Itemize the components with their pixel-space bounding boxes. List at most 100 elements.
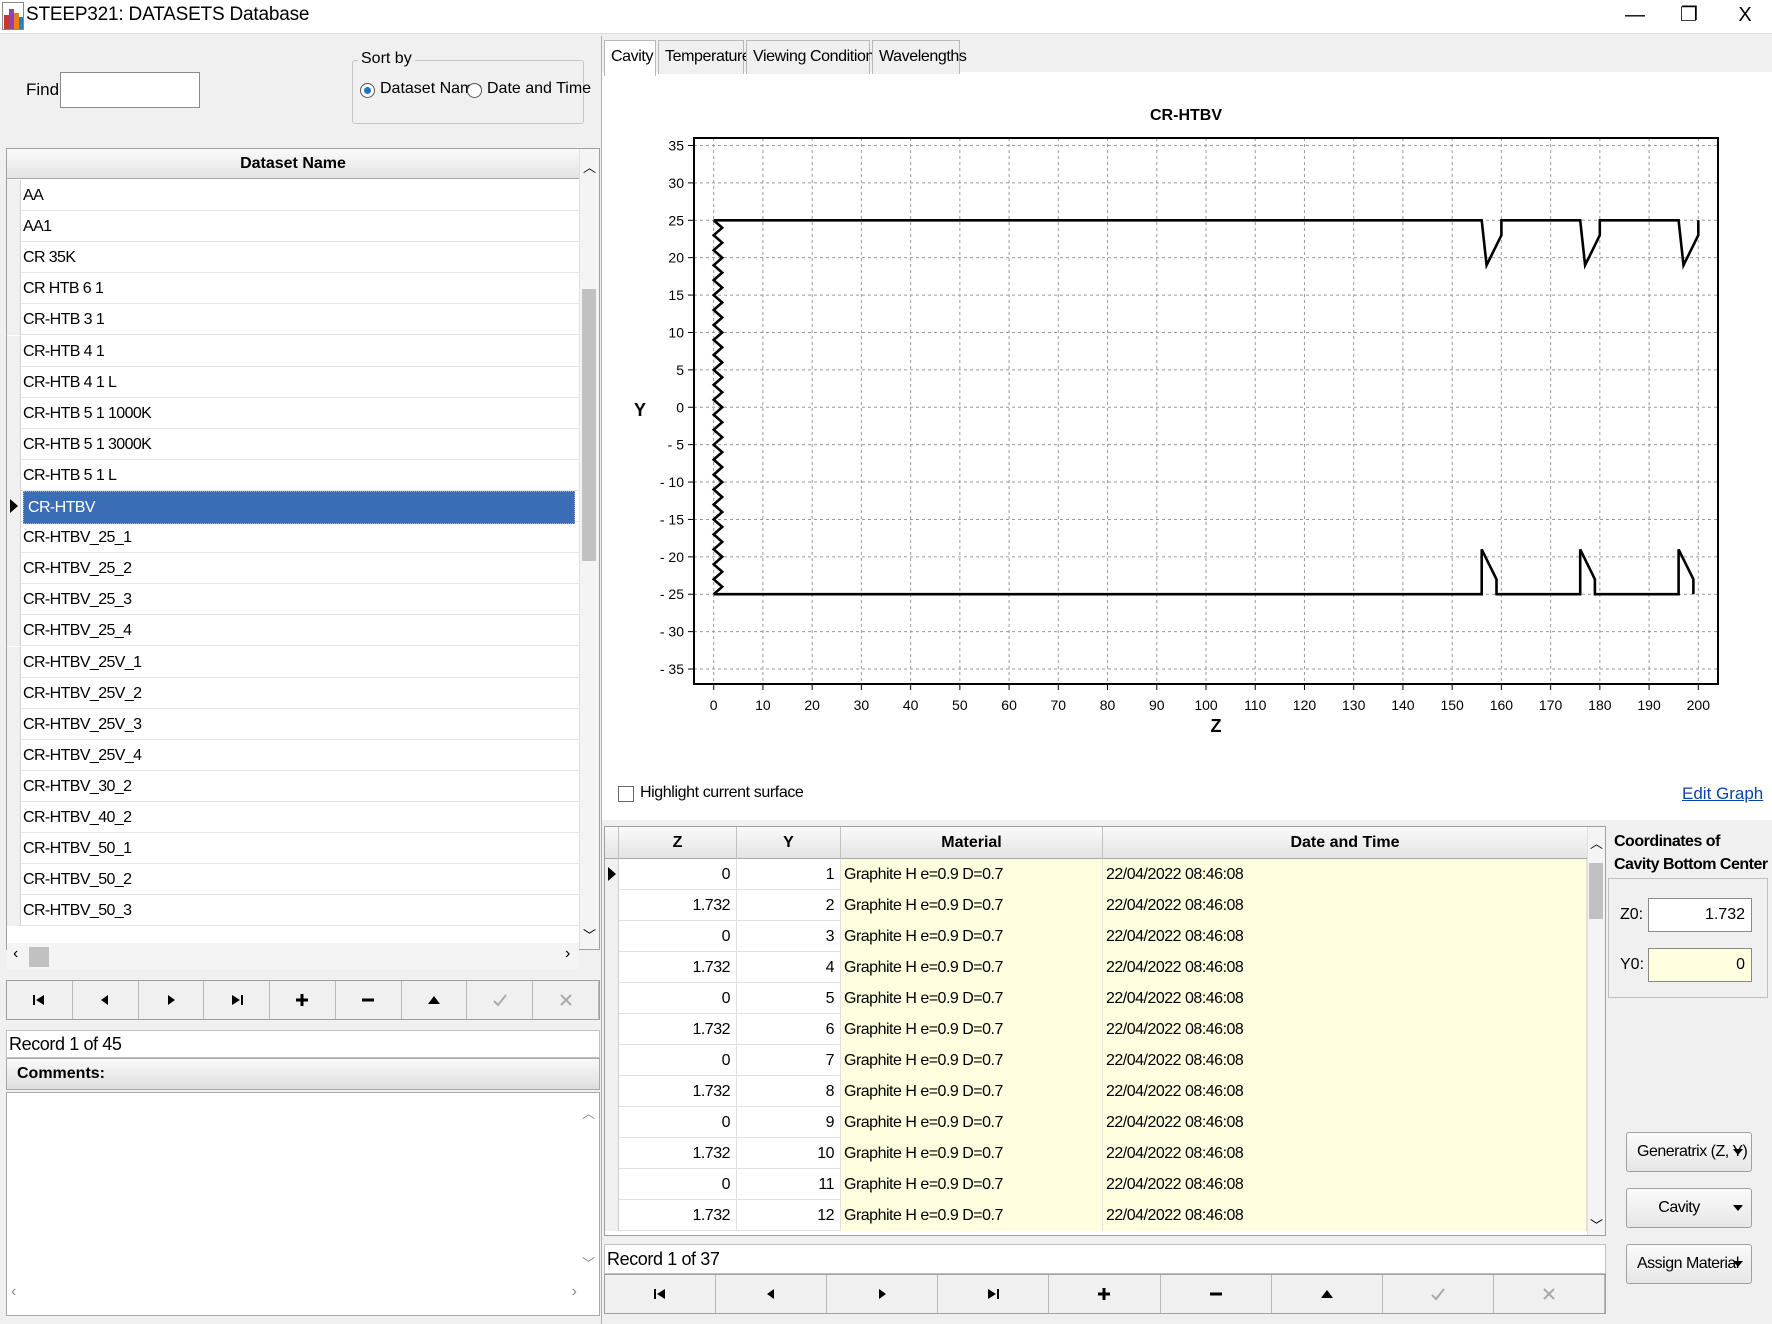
dataset-nav-prev-button[interactable] [73,981,139,1019]
cell-z[interactable]: 0 [619,859,737,890]
y0-input[interactable]: 0 [1648,948,1752,982]
cell-y[interactable]: 12 [737,1200,841,1231]
surface-row[interactable]: 1.732 4 Graphite H e=0.9 D=0.7 22/04/2022 0… [605,952,1587,983]
cell-datetime[interactable]: 22/04/2022 08:46:08 [1103,1138,1587,1169]
radio-dataset-name[interactable] [360,83,375,98]
cell-y[interactable]: 3 [737,921,841,952]
cell-y[interactable]: 7 [737,1045,841,1076]
col-material-header[interactable]: Material [841,827,1103,859]
cell-y[interactable]: 1 [737,859,841,890]
surface-row[interactable]: 1.732 12 Graphite H e=0.9 D=0.7 22/04/2022 … [605,1200,1587,1231]
col-y-header[interactable]: Y [737,827,841,859]
surfaces-nav-prev-button[interactable] [716,1275,828,1313]
cell-datetime[interactable]: 22/04/2022 08:46:08 [1103,983,1587,1014]
assign-material-dropdown[interactable]: Assign Material [1626,1244,1752,1284]
comments-scroll-left-icon[interactable]: ‹ [11,1283,16,1301]
dataset-row[interactable]: CR-HTB 5 1 1000K [7,397,579,429]
minimize-button[interactable]: — [1612,0,1658,30]
cell-y[interactable]: 2 [737,890,841,921]
dataset-row[interactable]: CR-HTBV_40_2 [7,802,579,833]
cell-material[interactable]: Graphite H e=0.9 D=0.7 [841,952,1103,983]
restore-button[interactable]: ❐ [1666,0,1712,30]
surface-row[interactable]: 1.732 2 Graphite H e=0.9 D=0.7 22/04/2022 0… [605,890,1587,921]
cell-material[interactable]: Graphite H e=0.9 D=0.7 [841,1169,1103,1200]
cell-material[interactable]: Graphite H e=0.9 D=0.7 [841,1200,1103,1231]
cell-datetime[interactable]: 22/04/2022 08:46:08 [1103,952,1587,983]
dataset-name-header[interactable]: Dataset Name [7,149,579,179]
cell-material[interactable]: Graphite H e=0.9 D=0.7 [841,1138,1103,1169]
comments-textarea[interactable]: ︿ ﹀ ‹ › [6,1092,600,1316]
cell-z[interactable]: 1.732 [619,1014,737,1045]
cell-datetime[interactable]: 22/04/2022 08:46:08 [1103,1200,1587,1231]
col-datetime-header[interactable]: Date and Time [1103,827,1587,859]
dataset-row[interactable]: CR-HTB 3 1 [7,304,579,336]
dataset-nav-cancel-button[interactable] [533,981,599,1019]
cell-z[interactable]: 1.732 [619,1200,737,1231]
cavity-dropdown[interactable]: Cavity [1626,1188,1752,1228]
tab-cavity[interactable]: Cavity [604,40,656,76]
scroll-down-icon[interactable]: ﹀ [583,925,596,944]
comments-scroll-up-icon[interactable]: ︿ [582,1103,595,1122]
dataset-hscroll-thumb[interactable] [29,947,49,967]
cell-y[interactable]: 8 [737,1076,841,1107]
surfaces-scroll-up-icon[interactable]: ︿ [1590,833,1603,852]
cell-y[interactable]: 6 [737,1014,841,1045]
cell-material[interactable]: Graphite H e=0.9 D=0.7 [841,1045,1103,1076]
z0-input[interactable]: 1.732 [1648,898,1752,932]
dataset-nav-first-button[interactable] [7,981,73,1019]
cell-y[interactable]: 11 [737,1169,841,1200]
cell-material[interactable]: Graphite H e=0.9 D=0.7 [841,1014,1103,1045]
cell-datetime[interactable]: 22/04/2022 08:46:08 [1103,1076,1587,1107]
dataset-row[interactable]: AA [7,180,579,211]
surfaces-nav-delete-button[interactable] [1161,1275,1272,1313]
cell-z[interactable]: 1.732 [619,1076,737,1107]
highlight-checkbox[interactable] [618,786,634,802]
dataset-row[interactable]: CR-HTBV_25V_4 [7,739,579,771]
cell-datetime[interactable]: 22/04/2022 08:46:08 [1103,1045,1587,1076]
cell-y[interactable]: 10 [737,1138,841,1169]
cell-datetime[interactable]: 22/04/2022 08:46:08 [1103,921,1587,952]
dataset-row[interactable]: CR-HTB 4 1 [7,335,579,367]
dataset-row[interactable]: CR-HTBV_25_1 [7,522,579,554]
cell-z[interactable]: 1.732 [619,1138,737,1169]
surfaces-nav-add-button[interactable] [1049,1275,1161,1313]
close-button[interactable]: X [1722,0,1768,30]
cell-datetime[interactable]: 22/04/2022 08:46:08 [1103,1107,1587,1138]
surface-row[interactable]: 1.732 8 Graphite H e=0.9 D=0.7 22/04/2022 0… [605,1076,1587,1107]
comments-scroll-down-icon[interactable]: ﹀ [582,1253,595,1272]
cell-datetime[interactable]: 22/04/2022 08:46:08 [1103,859,1587,890]
cell-z[interactable]: 1.732 [619,952,737,983]
surface-row[interactable]: 0 3 Graphite H e=0.9 D=0.7 22/04/2022 08:46… [605,921,1587,952]
dataset-row[interactable]: AA1 [7,211,579,243]
surface-row[interactable]: 0 1 Graphite H e=0.9 D=0.7 22/04/2022 08:46… [605,859,1587,890]
scroll-left-icon[interactable]: ‹ [13,945,18,963]
cell-z[interactable]: 1.732 [619,890,737,921]
surfaces-nav-cancel-button[interactable] [1494,1275,1605,1313]
tab-wavelengths[interactable]: Wavelengths [872,40,967,74]
cell-material[interactable]: Graphite H e=0.9 D=0.7 [841,890,1103,921]
surface-row[interactable]: 0 7 Graphite H e=0.9 D=0.7 22/04/2022 08:46… [605,1045,1587,1076]
cell-z[interactable]: 0 [619,1169,737,1200]
dataset-nav-add-button[interactable] [270,981,336,1019]
cell-z[interactable]: 0 [619,1107,737,1138]
surface-row[interactable]: 0 5 Graphite H e=0.9 D=0.7 22/04/2022 08:46… [605,983,1587,1014]
surfaces-scroll-down-icon[interactable]: ﹀ [1590,1215,1603,1234]
dataset-row[interactable]: CR-HTB 4 1 L [7,366,579,398]
cell-material[interactable]: Graphite H e=0.9 D=0.7 [841,921,1103,952]
surfaces-nav-post-button[interactable] [1383,1275,1494,1313]
dataset-row[interactable]: CR HTB 6 1 [7,273,579,305]
edit-graph-link[interactable]: Edit Graph [1682,784,1763,804]
dataset-nav-edit-button[interactable] [402,981,468,1019]
dataset-vscroll-thumb[interactable] [582,289,596,561]
cell-datetime[interactable]: 22/04/2022 08:46:08 [1103,1169,1587,1200]
dataset-row[interactable]: CR-HTBV_25V_3 [7,708,579,740]
dataset-row[interactable]: CR-HTBV_50_1 [7,833,579,865]
highlight-label[interactable]: Highlight current surface [640,784,804,802]
dataset-row[interactable]: CR-HTBV_30_2 [7,770,579,802]
cell-y[interactable]: 5 [737,983,841,1014]
surfaces-nav-last-button[interactable] [938,1275,1050,1313]
cell-material[interactable]: Graphite H e=0.9 D=0.7 [841,1107,1103,1138]
cell-y[interactable]: 4 [737,952,841,983]
surface-row[interactable]: 0 11 Graphite H e=0.9 D=0.7 22/04/2022 08:4… [605,1169,1587,1200]
dataset-nav-last-button[interactable] [204,981,271,1019]
